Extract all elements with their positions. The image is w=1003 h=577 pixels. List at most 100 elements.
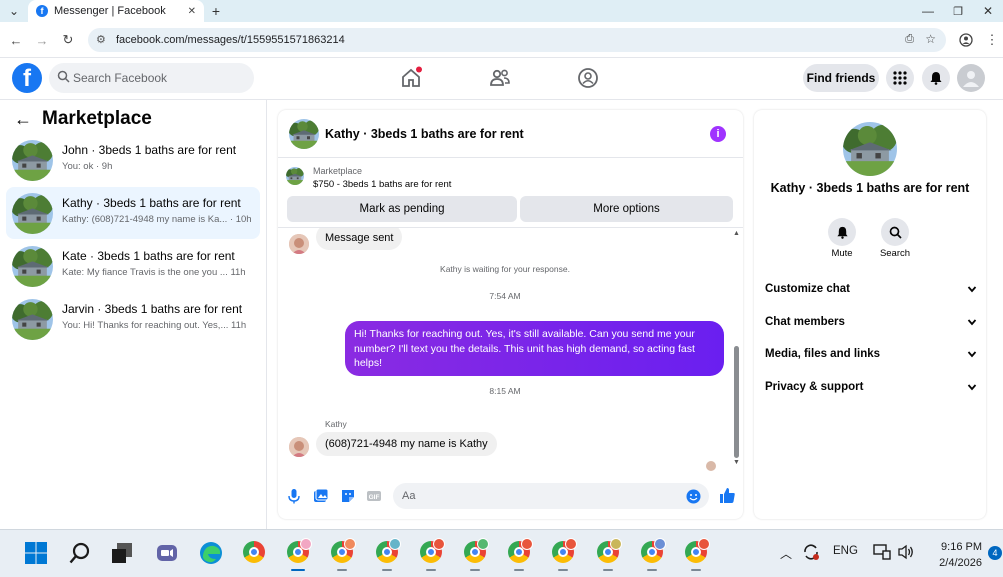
browser-menu-icon[interactable]: ⋮ [982, 30, 1002, 50]
details-section-row[interactable]: Chat members [765, 311, 977, 333]
gif-icon[interactable]: GIF [366, 488, 382, 504]
details-section-label: Chat members [765, 315, 845, 328]
show-hidden-icons-chevron[interactable]: ︿ [780, 545, 792, 562]
search-label: Search [879, 248, 911, 259]
windows-start-icon[interactable] [24, 541, 48, 565]
conversation-list-panel: ← Marketplace John · 3beds 1 baths are f… [0, 100, 267, 529]
running-indicator [425, 569, 436, 571]
scrollbar-thumb[interactable] [734, 346, 739, 458]
reload-icon[interactable]: ↻ [58, 30, 78, 50]
back-icon[interactable]: ← [6, 30, 26, 50]
details-section-row[interactable]: Media, files and links [765, 343, 977, 365]
teams-chat-icon[interactable] [155, 541, 179, 565]
install-app-icon[interactable]: ⎙ [905, 33, 914, 46]
home-icon[interactable] [399, 66, 423, 90]
volume-icon[interactable] [897, 544, 915, 560]
search-icon [889, 226, 902, 239]
conversation-info-icon[interactable]: i [710, 126, 726, 142]
chat-title[interactable]: Kathy · 3beds 1 baths are for rent [325, 127, 524, 141]
profile-icon[interactable] [956, 30, 976, 50]
waiting-notice: Kathy is waiting for your response. [440, 264, 570, 274]
photo-icon[interactable] [313, 488, 329, 504]
conversation-name: John · 3beds 1 baths are for rent [62, 143, 237, 157]
message-input-placeholder: Aa [402, 490, 416, 502]
mark-as-pending-button[interactable]: Mark as pending [287, 196, 517, 222]
restore-window-icon[interactable]: ❐ [948, 0, 968, 22]
chrome-window-icon[interactable] [685, 538, 710, 565]
chrome-window-icon[interactable] [640, 538, 666, 565]
search-in-conversation-button[interactable] [881, 218, 909, 246]
sticker-icon[interactable] [340, 488, 356, 504]
groups-icon[interactable] [576, 66, 600, 90]
kathy-avatar[interactable] [289, 437, 309, 457]
find-friends-button[interactable]: Find friends [803, 64, 879, 92]
facebook-favicon-icon: f [36, 5, 48, 17]
conversation-avatar [12, 299, 53, 340]
chrome-window-icon[interactable] [375, 538, 401, 565]
details-avatar[interactable] [843, 122, 897, 176]
tab-search-chevron-icon[interactable]: ⌄ [6, 0, 22, 22]
running-indicator [558, 569, 569, 571]
facebook-search-input[interactable]: Search Facebook [49, 63, 254, 93]
scroll-down-icon[interactable]: ▼ [733, 459, 740, 466]
conversation-preview: Kathy: (608)721-4948 my name is Ka... · … [62, 214, 252, 225]
conversation-item[interactable]: Jarvin · 3beds 1 baths are for rent You: … [6, 293, 260, 345]
network-icon[interactable] [873, 544, 891, 560]
microphone-icon[interactable] [286, 488, 302, 504]
tab-close-icon[interactable]: ✕ [188, 6, 196, 17]
mute-label: Mute [831, 248, 853, 259]
browser-toolbar: ← → ↻ ⚙ facebook.com/messages/t/15595515… [0, 22, 1003, 58]
menu-grid-icon[interactable] [886, 64, 914, 92]
like-thumb-icon[interactable] [718, 486, 736, 504]
facebook-logo-icon[interactable]: f [12, 63, 42, 93]
details-section-row[interactable]: Customize chat [765, 278, 977, 300]
chrome-window-icon[interactable] [419, 538, 445, 565]
clock-date: 2/4/2026 [939, 557, 982, 569]
chrome-window-icon[interactable] [508, 538, 534, 565]
chat-avatar[interactable] [289, 119, 319, 149]
emoji-icon[interactable] [686, 489, 701, 504]
chrome-window-icon[interactable] [464, 538, 489, 565]
conversation-item[interactable]: Kate · 3beds 1 baths are for rent Kate: M… [6, 240, 260, 292]
chrome-window-icon[interactable] [596, 538, 622, 565]
scroll-up-icon[interactable]: ▲ [733, 230, 740, 237]
chevron-down-icon [967, 351, 977, 358]
taskbar-search-icon[interactable] [68, 541, 92, 565]
conversation-item[interactable]: John · 3beds 1 baths are for rent You: ok… [6, 134, 260, 186]
details-section-row[interactable]: Privacy & support [765, 376, 977, 398]
clock[interactable]: 9:16 PM 2/4/2026 [930, 539, 982, 571]
input-language[interactable]: ENG [833, 545, 858, 557]
browser-tab[interactable]: f Messenger | Facebook ✕ [28, 0, 204, 22]
chrome-window-icon[interactable] [243, 541, 267, 565]
outgoing-message-bubble[interactable]: Hi! Thanks for reaching out. Yes, it's s… [345, 321, 724, 376]
chrome-window-icon[interactable] [287, 538, 313, 565]
site-settings-icon[interactable]: ⚙ [96, 33, 106, 46]
mute-button[interactable] [828, 218, 856, 246]
incoming-message-bubble[interactable]: (608)721-4948 my name is Kathy [316, 432, 497, 456]
notification-count-badge[interactable]: 4 [988, 546, 1002, 560]
account-avatar[interactable] [957, 64, 985, 92]
bookmark-star-icon[interactable]: ☆ [925, 32, 936, 46]
listing-price[interactable]: $750 - 3beds 1 baths are for rent [313, 179, 451, 190]
message-sent-bubble[interactable]: Message sent [316, 228, 403, 250]
conversation-preview: You: Hi! Thanks for reaching out. Yes,..… [62, 320, 247, 331]
sync-icon[interactable] [802, 543, 820, 561]
more-options-button[interactable]: More options [520, 196, 733, 222]
chevron-down-icon [967, 383, 977, 390]
task-view-icon[interactable] [110, 541, 134, 565]
edge-browser-icon[interactable] [199, 541, 223, 565]
address-bar[interactable]: ⚙ facebook.com/messages/t/15595515718632… [88, 28, 946, 52]
friends-icon[interactable] [488, 66, 512, 90]
chrome-window-icon[interactable] [331, 538, 357, 565]
back-arrow-icon[interactable]: ← [14, 109, 32, 130]
message-input[interactable]: Aa [393, 483, 709, 509]
close-window-icon[interactable]: ✕ [978, 0, 998, 22]
chrome-window-icon[interactable] [552, 538, 578, 565]
minimize-window-icon[interactable]: — [918, 0, 938, 22]
forward-icon[interactable]: → [32, 30, 52, 50]
kathy-avatar[interactable] [289, 234, 309, 254]
conversation-item[interactable]: Kathy · 3beds 1 baths are for rent Kathy:… [6, 187, 260, 239]
notifications-bell-icon[interactable] [922, 64, 950, 92]
new-tab-button[interactable]: + [208, 0, 224, 22]
listing-thumbnail[interactable] [286, 167, 304, 185]
